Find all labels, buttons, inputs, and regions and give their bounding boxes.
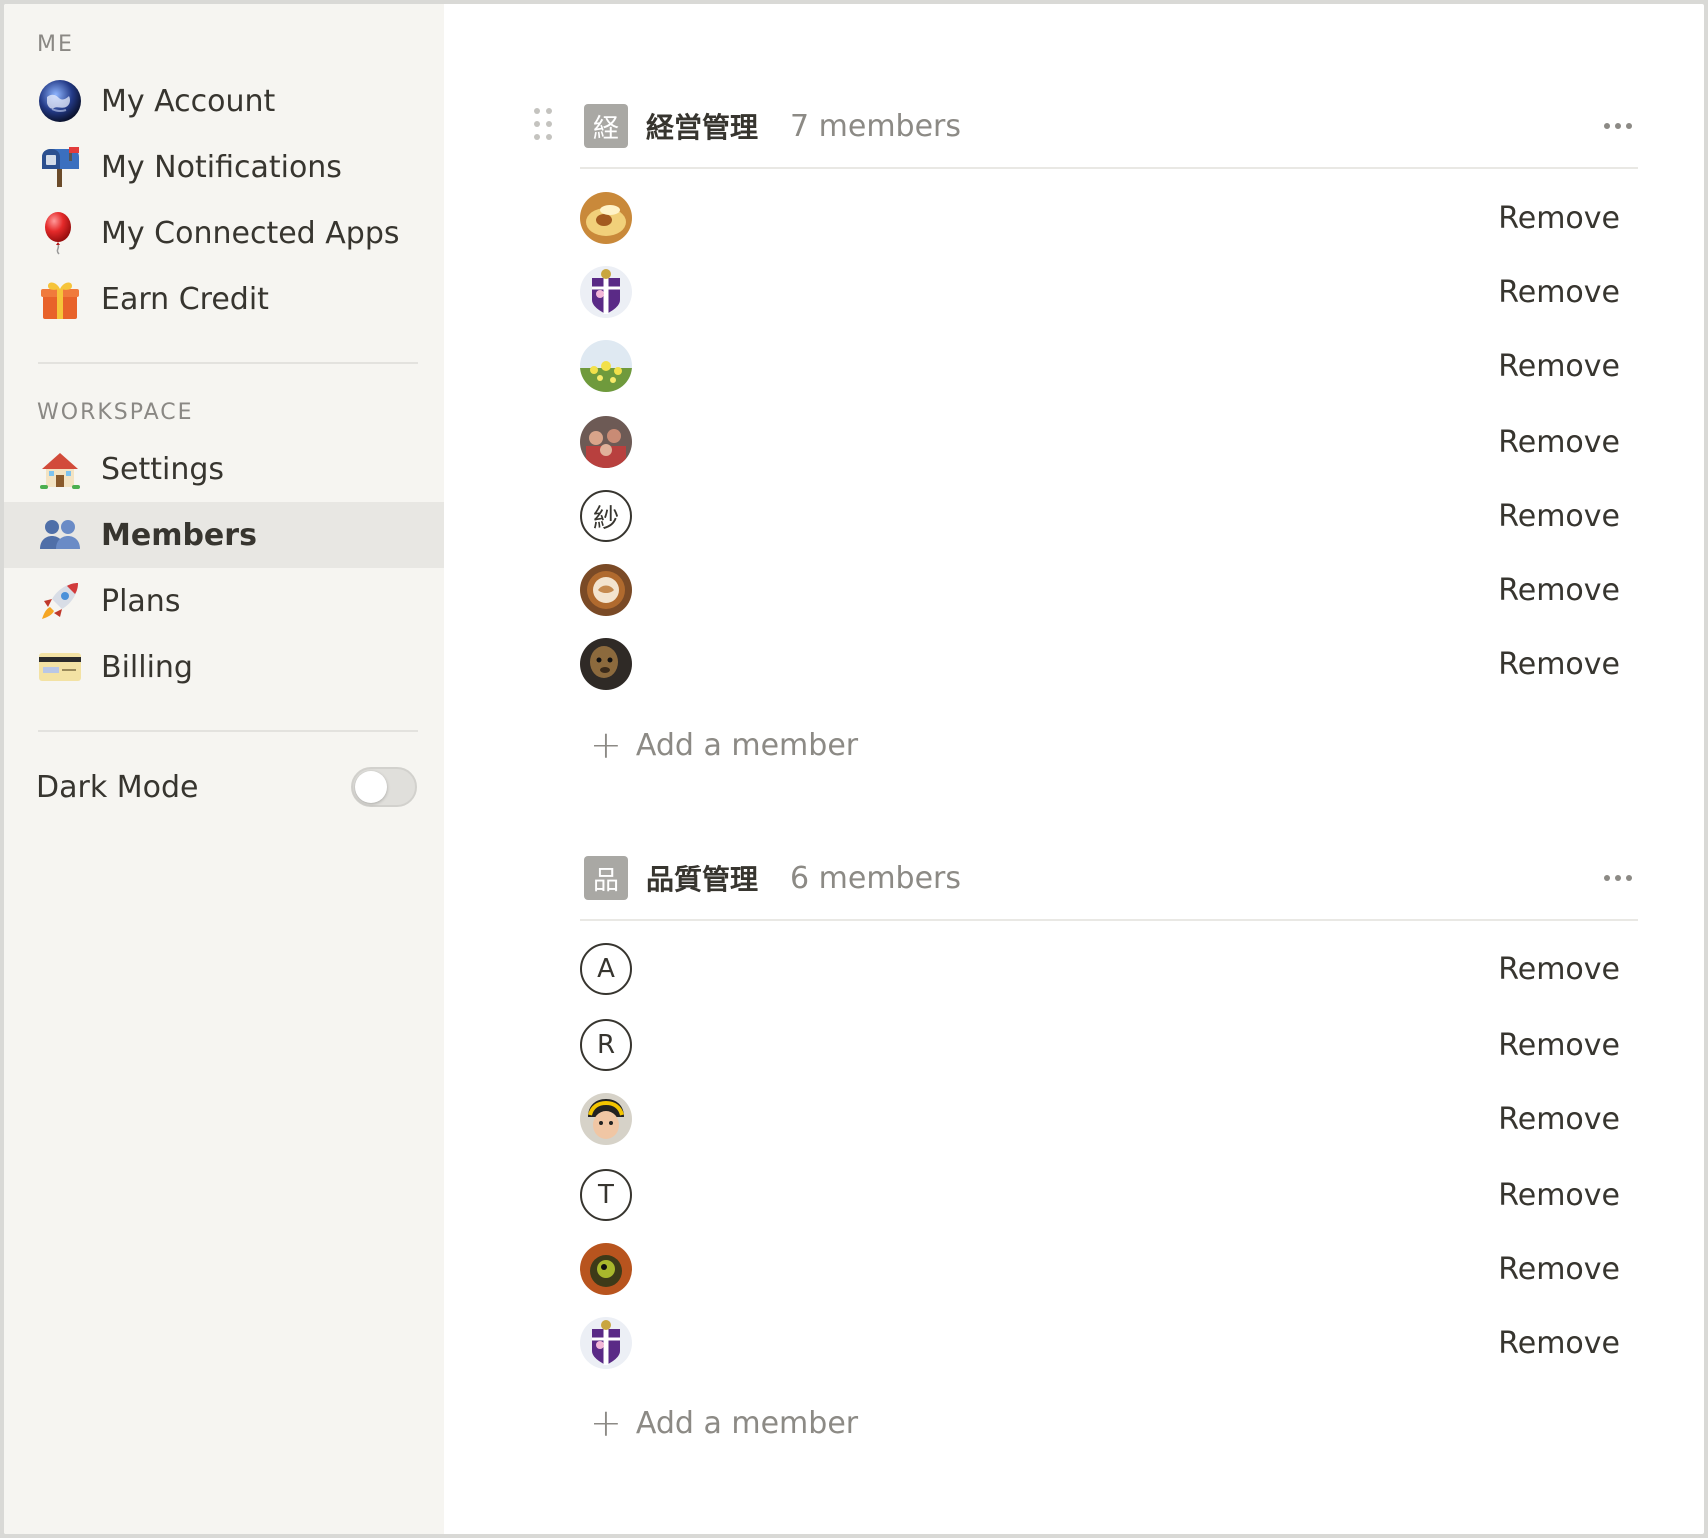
sidebar-item-plans[interactable]: Plans: [4, 568, 444, 634]
group-divider: [580, 167, 1638, 169]
sidebar-item-label: Plans: [101, 583, 181, 619]
group-divider: [580, 919, 1638, 921]
add-member-label: Add a member: [635, 1405, 859, 1441]
remove-button[interactable]: Remove: [1498, 275, 1620, 310]
member-avatar: [580, 638, 632, 690]
section-label-workspace: WORKSPACE: [37, 400, 194, 425]
remove-button[interactable]: Remove: [1498, 573, 1620, 608]
add-member-button[interactable]: + Add a member: [590, 720, 858, 770]
add-member-label: Add a member: [635, 727, 859, 763]
sidebar-item-label: My Account: [101, 83, 276, 119]
sidebar-item-my-connected-apps[interactable]: My Connected Apps: [4, 200, 444, 266]
sidebar-item-label: My Notifications: [101, 149, 342, 185]
member-avatar: [580, 266, 632, 318]
more-options-icon[interactable]: [1598, 111, 1638, 141]
mailbox-icon: [37, 144, 83, 190]
house-icon: [37, 446, 83, 492]
sidebar-item-label: Billing: [101, 649, 193, 685]
member-avatar: [580, 1317, 632, 1369]
more-options-icon[interactable]: [1598, 863, 1638, 893]
member-row: Remove: [580, 183, 1638, 253]
remove-button[interactable]: Remove: [1498, 1326, 1620, 1361]
member-row: Remove: [580, 555, 1638, 625]
plus-icon: +: [590, 723, 622, 767]
dark-mode-row: Dark Mode: [4, 754, 444, 820]
member-avatar: 紗: [580, 490, 632, 542]
remove-button[interactable]: Remove: [1498, 1178, 1620, 1213]
member-row: Remove: [580, 629, 1638, 699]
sidebar: ME My Account My Notifications My Connec…: [4, 4, 444, 1534]
member-row: T Remove: [580, 1160, 1638, 1230]
member-row: R Remove: [580, 1010, 1638, 1080]
remove-button[interactable]: Remove: [1498, 1252, 1620, 1287]
member-avatar: [580, 340, 632, 392]
member-avatar: [580, 1243, 632, 1295]
group-member-count: 7 members: [790, 108, 962, 144]
earth-icon: [37, 78, 83, 124]
group-name[interactable]: 品質管理: [646, 858, 758, 898]
settings-window: ME My Account My Notifications My Connec…: [4, 4, 1704, 1534]
sidebar-item-label: Earn Credit: [101, 281, 269, 317]
remove-button[interactable]: Remove: [1498, 425, 1620, 460]
member-avatar: [580, 564, 632, 616]
member-row: Remove: [580, 1308, 1638, 1378]
sidebar-item-label: My Connected Apps: [101, 215, 400, 251]
sidebar-divider: [38, 730, 418, 732]
member-row: Remove: [580, 1234, 1638, 1304]
remove-button[interactable]: Remove: [1498, 952, 1620, 987]
member-avatar: [580, 1093, 632, 1145]
group-header: 品 品質管理 6 members: [580, 843, 1638, 913]
remove-button[interactable]: Remove: [1498, 1102, 1620, 1137]
sidebar-item-my-account[interactable]: My Account: [4, 68, 444, 134]
group-header: 経 経営管理 7 members: [580, 91, 1638, 161]
group-member-count: 6 members: [790, 860, 962, 896]
sidebar-item-settings[interactable]: Settings: [4, 436, 444, 502]
rocket-icon: [37, 578, 83, 624]
sidebar-divider: [38, 362, 418, 364]
group-name[interactable]: 経営管理: [646, 106, 758, 146]
group-icon: 経: [584, 104, 628, 148]
member-avatar: [580, 416, 632, 468]
member-avatar: R: [580, 1019, 632, 1071]
drag-handle-icon[interactable]: [534, 108, 558, 144]
credit-card-icon: [37, 644, 83, 690]
member-row: 紗 Remove: [580, 481, 1638, 551]
sidebar-item-members[interactable]: Members: [4, 502, 444, 568]
member-avatar: [580, 192, 632, 244]
toggle-knob: [355, 771, 387, 803]
member-row: A Remove: [580, 934, 1638, 1004]
remove-button[interactable]: Remove: [1498, 201, 1620, 236]
sidebar-item-my-notifications[interactable]: My Notifications: [4, 134, 444, 200]
plus-icon: +: [590, 1401, 622, 1445]
section-label-me: ME: [37, 32, 74, 57]
people-icon: [37, 512, 83, 558]
sidebar-item-earn-credit[interactable]: Earn Credit: [4, 266, 444, 332]
dark-mode-toggle[interactable]: [351, 767, 417, 807]
member-avatar: T: [580, 1169, 632, 1221]
member-row: Remove: [580, 407, 1638, 477]
member-row: Remove: [580, 1084, 1638, 1154]
sidebar-item-label: Members: [101, 517, 257, 553]
dark-mode-label: Dark Mode: [36, 769, 199, 805]
member-row: Remove: [580, 331, 1638, 401]
sidebar-item-billing[interactable]: Billing: [4, 634, 444, 700]
remove-button[interactable]: Remove: [1498, 499, 1620, 534]
remove-button[interactable]: Remove: [1498, 647, 1620, 682]
member-row: Remove: [580, 257, 1638, 327]
sidebar-item-label: Settings: [101, 451, 225, 487]
balloon-icon: [37, 210, 83, 256]
remove-button[interactable]: Remove: [1498, 349, 1620, 384]
members-panel: 経 経営管理 7 members Remove Remove Remove Re…: [444, 4, 1704, 1534]
add-member-button[interactable]: + Add a member: [590, 1398, 858, 1448]
remove-button[interactable]: Remove: [1498, 1028, 1620, 1063]
group-icon: 品: [584, 856, 628, 900]
member-avatar: A: [580, 943, 632, 995]
gift-icon: [37, 276, 83, 322]
